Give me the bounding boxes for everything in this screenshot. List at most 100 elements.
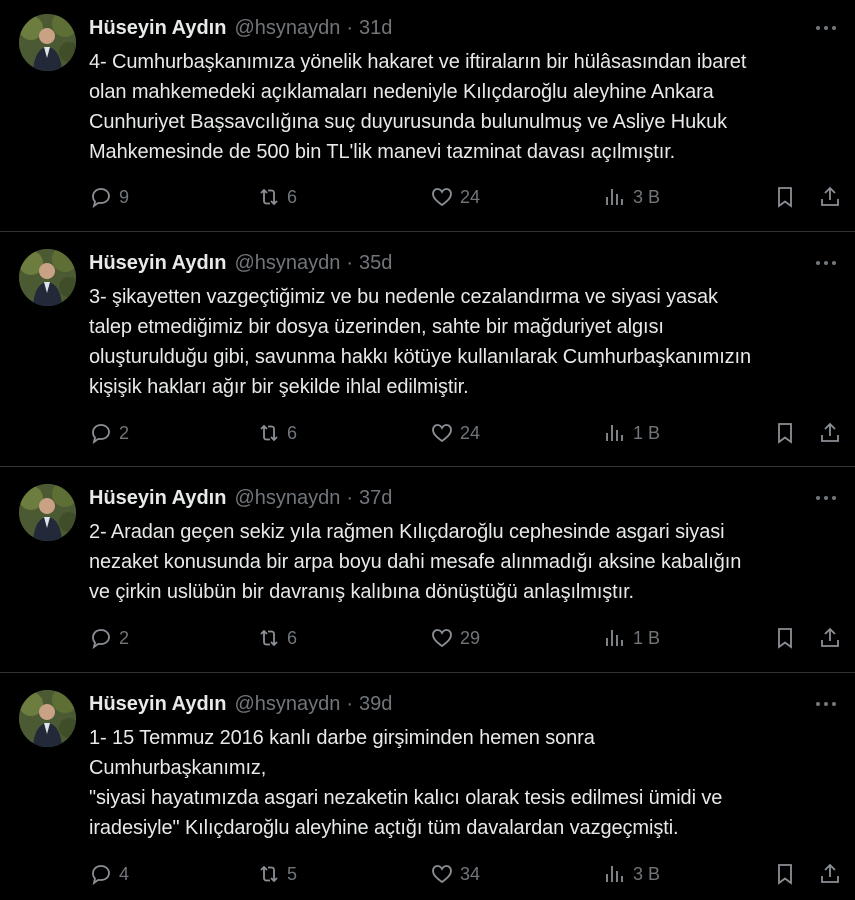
bookmark-button[interactable]	[773, 859, 797, 889]
bookmark-icon	[778, 187, 792, 208]
more-dots-icon[interactable]	[813, 694, 839, 714]
like-button[interactable]: 34	[430, 859, 480, 889]
author-name[interactable]: Hüseyin Aydın	[89, 17, 226, 40]
timestamp[interactable]: 31d	[359, 17, 392, 40]
retweet-count: 6	[287, 186, 298, 207]
author-handle[interactable]: @hsynaydn	[234, 17, 340, 40]
author-handle[interactable]: @hsynaydn	[234, 693, 340, 716]
tweet-text: 2- Aradan geçen sekiz yıla rağmen Kılıçd…	[89, 521, 742, 603]
avatar[interactable]	[19, 14, 76, 71]
tweet[interactable]: Hüseyin Aydın @hsynaydn · 39d 1- 15 Temm…	[0, 676, 855, 900]
retweet-button[interactable]: 6	[257, 623, 297, 653]
author-name[interactable]: Hüseyin Aydın	[89, 693, 226, 716]
retweet-count: 6	[287, 627, 298, 648]
bookmark-button[interactable]	[773, 418, 797, 448]
share-button[interactable]	[818, 418, 842, 448]
author-handle[interactable]: @hsynaydn	[234, 252, 340, 275]
tweet-feed: Hüseyin Aydın @hsynaydn · 31d 4- Cumhurb…	[0, 0, 855, 900]
avatar[interactable]	[19, 484, 76, 541]
share-button[interactable]	[818, 182, 842, 212]
tweet-actions: 4 5 34 3 B	[0, 859, 855, 889]
like-button[interactable]: 24	[430, 182, 480, 212]
tweet-header: Hüseyin Aydın @hsynaydn · 37d	[89, 484, 392, 512]
retweet-count: 5	[287, 863, 298, 884]
more-dots-icon[interactable]	[813, 253, 839, 273]
more-dots-icon[interactable]	[813, 488, 839, 508]
reply-button[interactable]: 2	[89, 623, 129, 653]
avatar[interactable]	[19, 690, 76, 747]
views-count: 1 B	[633, 422, 661, 443]
reply-button[interactable]: 4	[89, 859, 129, 889]
heart-icon	[432, 629, 452, 648]
bar-chart-icon	[606, 189, 623, 205]
tweet-actions: 2 6 29 1 B	[0, 623, 855, 653]
retweet-count: 6	[287, 422, 298, 443]
views-count: 1 B	[633, 627, 661, 648]
reply-button[interactable]: 2	[89, 418, 129, 448]
reply-count: 2	[119, 422, 130, 443]
heart-icon	[432, 865, 452, 884]
views-count: 3 B	[633, 186, 661, 207]
tweet-text: 3- şikayetten vazgeçtiğimiz ve bu nedenl…	[89, 286, 752, 398]
author-name[interactable]: Hüseyin Aydın	[89, 252, 226, 275]
reply-count: 9	[119, 186, 130, 207]
like-count: 34	[460, 863, 481, 884]
retweet-arrows-icon	[260, 188, 278, 206]
tweet-header: Hüseyin Aydın @hsynaydn · 31d	[89, 14, 392, 42]
share-upload-icon	[821, 627, 839, 647]
retweet-arrows-icon	[260, 629, 278, 647]
views-count: 3 B	[633, 863, 661, 884]
like-button[interactable]: 29	[430, 623, 480, 653]
timestamp[interactable]: 37d	[359, 487, 392, 510]
tweet[interactable]: Hüseyin Aydın @hsynaydn · 37d 2- Aradan …	[0, 470, 855, 673]
tweet[interactable]: Hüseyin Aydın @hsynaydn · 35d 3- şikayet…	[0, 235, 855, 467]
separator-dot: ·	[346, 692, 354, 715]
views-button[interactable]: 1 B	[603, 418, 660, 448]
timestamp[interactable]: 39d	[359, 693, 392, 716]
retweet-arrows-icon	[260, 865, 278, 883]
share-button[interactable]	[818, 859, 842, 889]
author-handle[interactable]: @hsynaydn	[234, 487, 340, 510]
views-button[interactable]: 1 B	[603, 623, 660, 653]
separator-dot: ·	[346, 251, 354, 274]
speech-bubble-icon	[92, 188, 110, 209]
more-dots-icon[interactable]	[813, 18, 839, 38]
bar-chart-icon	[606, 866, 623, 882]
reply-button[interactable]: 9	[89, 182, 129, 212]
separator-dot: ·	[346, 486, 354, 509]
reply-count: 4	[119, 863, 130, 884]
share-button[interactable]	[818, 623, 842, 653]
tweet-text: 4- Cumhurbaşkanımıza yönelik hakaret ve …	[89, 51, 747, 163]
tweet[interactable]: Hüseyin Aydın @hsynaydn · 31d 4- Cumhurb…	[0, 0, 855, 232]
like-button[interactable]: 24	[430, 418, 480, 448]
like-count: 29	[460, 627, 481, 648]
heart-icon	[432, 188, 452, 207]
bookmark-icon	[778, 864, 792, 885]
bookmark-button[interactable]	[773, 182, 797, 212]
bookmark-button[interactable]	[773, 623, 797, 653]
retweet-button[interactable]: 5	[257, 859, 297, 889]
tweet-actions: 2 6 24 1 B	[0, 418, 855, 448]
like-count: 24	[460, 186, 481, 207]
retweet-button[interactable]: 6	[257, 418, 297, 448]
tweet-actions: 9 6 24 3 B	[0, 182, 855, 212]
retweet-arrows-icon	[260, 424, 278, 442]
separator-dot: ·	[346, 16, 354, 39]
heart-icon	[432, 424, 452, 443]
views-button[interactable]: 3 B	[603, 859, 660, 889]
speech-bubble-icon	[92, 424, 110, 445]
retweet-button[interactable]: 6	[257, 182, 297, 212]
views-button[interactable]: 3 B	[603, 182, 660, 212]
bookmark-icon	[778, 423, 792, 444]
tweet-header: Hüseyin Aydın @hsynaydn · 35d	[89, 249, 392, 277]
speech-bubble-icon	[92, 629, 110, 650]
avatar[interactable]	[19, 249, 76, 306]
bar-chart-icon	[606, 425, 623, 441]
author-name[interactable]: Hüseyin Aydın	[89, 487, 226, 510]
tweet-header: Hüseyin Aydın @hsynaydn · 39d	[89, 690, 392, 718]
share-upload-icon	[821, 186, 839, 206]
tweet-text: 1- 15 Temmuz 2016 kanlı darbe girşiminde…	[89, 727, 723, 839]
speech-bubble-icon	[92, 865, 110, 886]
timestamp[interactable]: 35d	[359, 252, 392, 275]
reply-count: 2	[119, 627, 130, 648]
